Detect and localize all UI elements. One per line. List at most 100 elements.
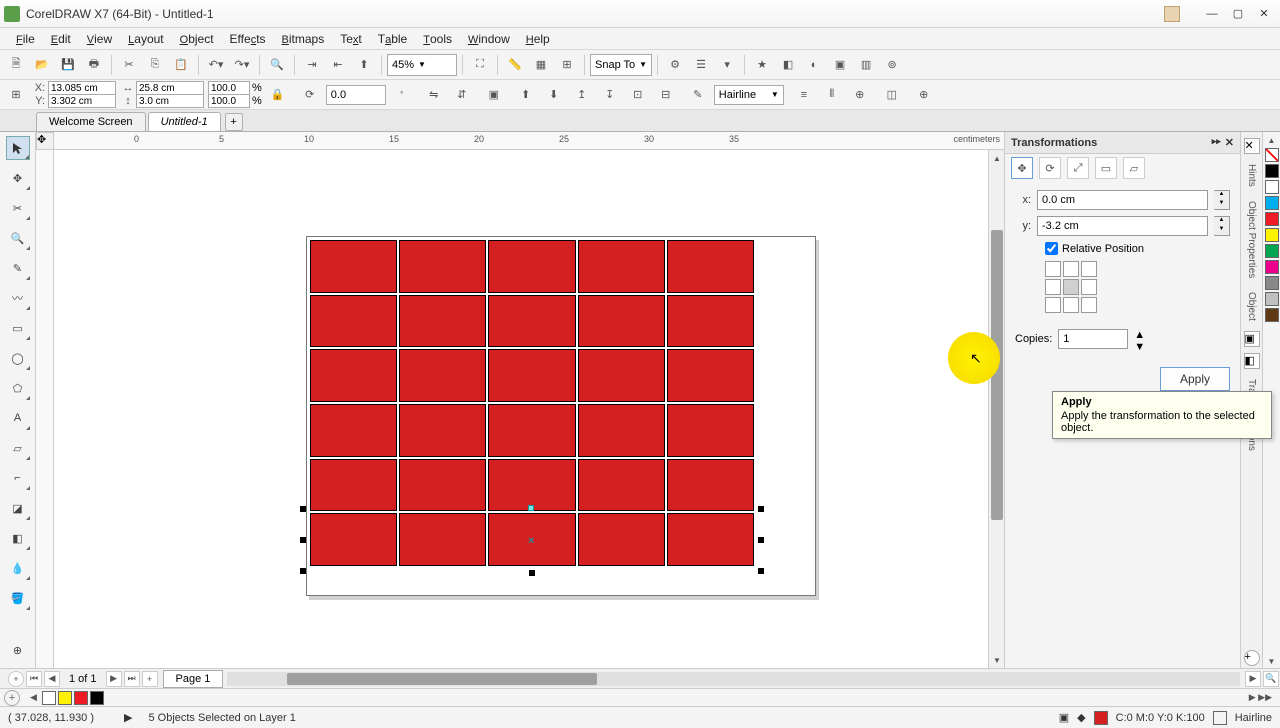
weld-icon[interactable]: ⊕ (848, 83, 872, 107)
red-grid-object[interactable] (310, 240, 754, 566)
content-icon[interactable]: ◧ (776, 53, 800, 77)
fullscreen-icon[interactable]: ⛶ (468, 53, 492, 77)
publish-icon[interactable]: ⬆ (352, 53, 376, 77)
menu-layout[interactable]: Layout (120, 30, 171, 48)
side-docker-hints[interactable]: Hints (1244, 158, 1259, 193)
side-btn2-icon[interactable]: ◧ (1244, 353, 1260, 369)
grid-icon[interactable]: ▦ (529, 53, 553, 77)
add-tab-button[interactable]: + (225, 113, 243, 131)
app-launcher-icon[interactable]: ▾ (715, 53, 739, 77)
obj-h-input[interactable] (136, 94, 204, 108)
x-spinner[interactable]: ▲▼ (1214, 190, 1230, 210)
menu-text[interactable]: Text (332, 30, 370, 48)
order-fwd-icon[interactable]: ↥ (570, 83, 594, 107)
group-icon[interactable]: ⊡ (626, 83, 650, 107)
status-icon2[interactable]: ◆ (1077, 711, 1085, 724)
crop-tool-icon[interactable]: ✂ (6, 196, 30, 220)
wrap-icon[interactable]: ▣ (482, 83, 506, 107)
swatch-red[interactable] (1265, 212, 1279, 226)
palette-add-icon[interactable]: + (4, 690, 20, 706)
corel-icon[interactable]: ◐ (802, 53, 826, 77)
quick-custom-icon[interactable]: ⊕ (912, 83, 936, 107)
tab-welcome[interactable]: Welcome Screen (36, 112, 146, 131)
print-icon[interactable]: 🖶 (82, 53, 106, 77)
page-last-icon[interactable]: ⏭ (124, 671, 140, 687)
rotation-input[interactable] (326, 85, 386, 105)
shape-tool-icon[interactable]: ✥ (6, 166, 30, 190)
order-back-icon[interactable]: ⬇ (542, 83, 566, 107)
undo-icon[interactable]: ↶▾ (204, 53, 228, 77)
page-next-icon[interactable]: ▶ (106, 671, 122, 687)
swatch-yellow[interactable] (1265, 228, 1279, 242)
order-front-icon[interactable]: ⬆ (514, 83, 538, 107)
status-play-icon[interactable]: ▶ (124, 711, 132, 724)
swatch-none[interactable] (1265, 148, 1279, 162)
align-icon[interactable]: ≡ (792, 83, 816, 107)
swatch-gray[interactable] (1265, 276, 1279, 290)
maximize-button[interactable]: ▢ (1226, 4, 1250, 24)
transform-rotate-icon[interactable]: ⟳ (1039, 157, 1061, 179)
docker-close-icon[interactable]: ✕ (1225, 136, 1234, 149)
menu-object[interactable]: Object (172, 30, 222, 48)
paste-icon[interactable]: 📋 (169, 53, 193, 77)
copy-icon[interactable]: ⎘ (143, 53, 167, 77)
order-bwd-icon[interactable]: ↧ (598, 83, 622, 107)
menu-edit[interactable]: Edit (43, 30, 79, 48)
hscroll-right-icon[interactable]: ▶ (1245, 671, 1261, 687)
tab-untitled[interactable]: Untitled-1 (148, 112, 221, 131)
layout-icon[interactable]: ☰ (689, 53, 713, 77)
rectangle-tool-icon[interactable]: ▭ (6, 316, 30, 340)
quick-tool-icon[interactable]: ⊕ (6, 638, 30, 662)
horizontal-scrollbar[interactable] (227, 672, 1240, 686)
user-icon[interactable] (1164, 6, 1180, 22)
palette-down-icon[interactable]: ▼ (1268, 657, 1276, 666)
side-docker-objprops[interactable]: Object Properties (1244, 195, 1259, 284)
transform-size-icon[interactable]: ▭ (1095, 157, 1117, 179)
menu-help[interactable]: Help (518, 30, 558, 48)
artistic-tool-icon[interactable]: 〰 (6, 286, 30, 310)
obj-y-input[interactable] (48, 94, 116, 108)
page-first-icon[interactable]: ⏮ (26, 671, 42, 687)
cut-icon[interactable]: ✂ (117, 53, 141, 77)
redo-icon[interactable]: ↷▾ (230, 53, 254, 77)
connector-tool-icon[interactable]: ⌐ (6, 466, 30, 490)
outline-width-combo[interactable]: Hairline▼ (714, 85, 784, 105)
close-button[interactable]: ✕ (1252, 4, 1276, 24)
propbar-preset-icon[interactable]: ⊞ (4, 83, 28, 107)
transform-position-icon[interactable]: ✥ (1011, 157, 1033, 179)
menu-view[interactable]: View (79, 30, 120, 48)
docker-collapse-icon[interactable]: ▸▸ (1212, 136, 1221, 149)
palette-left-icon[interactable]: ◀ (26, 692, 41, 703)
menu-file[interactable]: File (8, 30, 43, 48)
minimize-button[interactable]: — (1200, 4, 1224, 24)
rulers-icon[interactable]: 📏 (503, 53, 527, 77)
palette-right-icon[interactable]: ▶ ▶▶ (1245, 692, 1276, 703)
swatch-cyan[interactable] (1265, 196, 1279, 210)
doc-swatch-red[interactable] (74, 691, 88, 705)
transform-x-input[interactable] (1037, 190, 1208, 210)
guidelines-icon[interactable]: ⊞ (555, 53, 579, 77)
import-icon[interactable]: ⇥ (300, 53, 324, 77)
snapto-combo[interactable]: Snap To▼ (590, 54, 652, 76)
welcome-icon[interactable]: ★ (750, 53, 774, 77)
swatch-white[interactable] (1265, 180, 1279, 194)
menu-effects[interactable]: Effects (222, 30, 274, 48)
swatch-green[interactable] (1265, 244, 1279, 258)
y-spinner[interactable]: ▲▼ (1214, 216, 1230, 236)
anchor-grid[interactable] (1045, 261, 1230, 313)
freehand-tool-icon[interactable]: ✎ (6, 256, 30, 280)
mirror-v-icon[interactable]: ⇵ (450, 83, 474, 107)
relative-position-checkbox[interactable] (1045, 242, 1058, 255)
copies-spinner[interactable]: ▲▼ (1134, 329, 1145, 349)
vertical-scrollbar[interactable]: ▲ ▼ (988, 150, 1004, 668)
outline-swatch[interactable] (1213, 711, 1227, 725)
ellipse-tool-icon[interactable]: ◯ (6, 346, 30, 370)
canvas[interactable]: × (54, 150, 986, 668)
zoom-nav-icon[interactable]: 🔍 (1263, 671, 1279, 687)
zoom-tool-icon[interactable]: 🔍 (6, 226, 30, 250)
parallel-tool-icon[interactable]: ▱ (6, 436, 30, 460)
doc-swatch-yellow[interactable] (58, 691, 72, 705)
swatch-black[interactable] (1265, 164, 1279, 178)
swatch-magenta[interactable] (1265, 260, 1279, 274)
selection-top-center[interactable] (528, 505, 534, 511)
